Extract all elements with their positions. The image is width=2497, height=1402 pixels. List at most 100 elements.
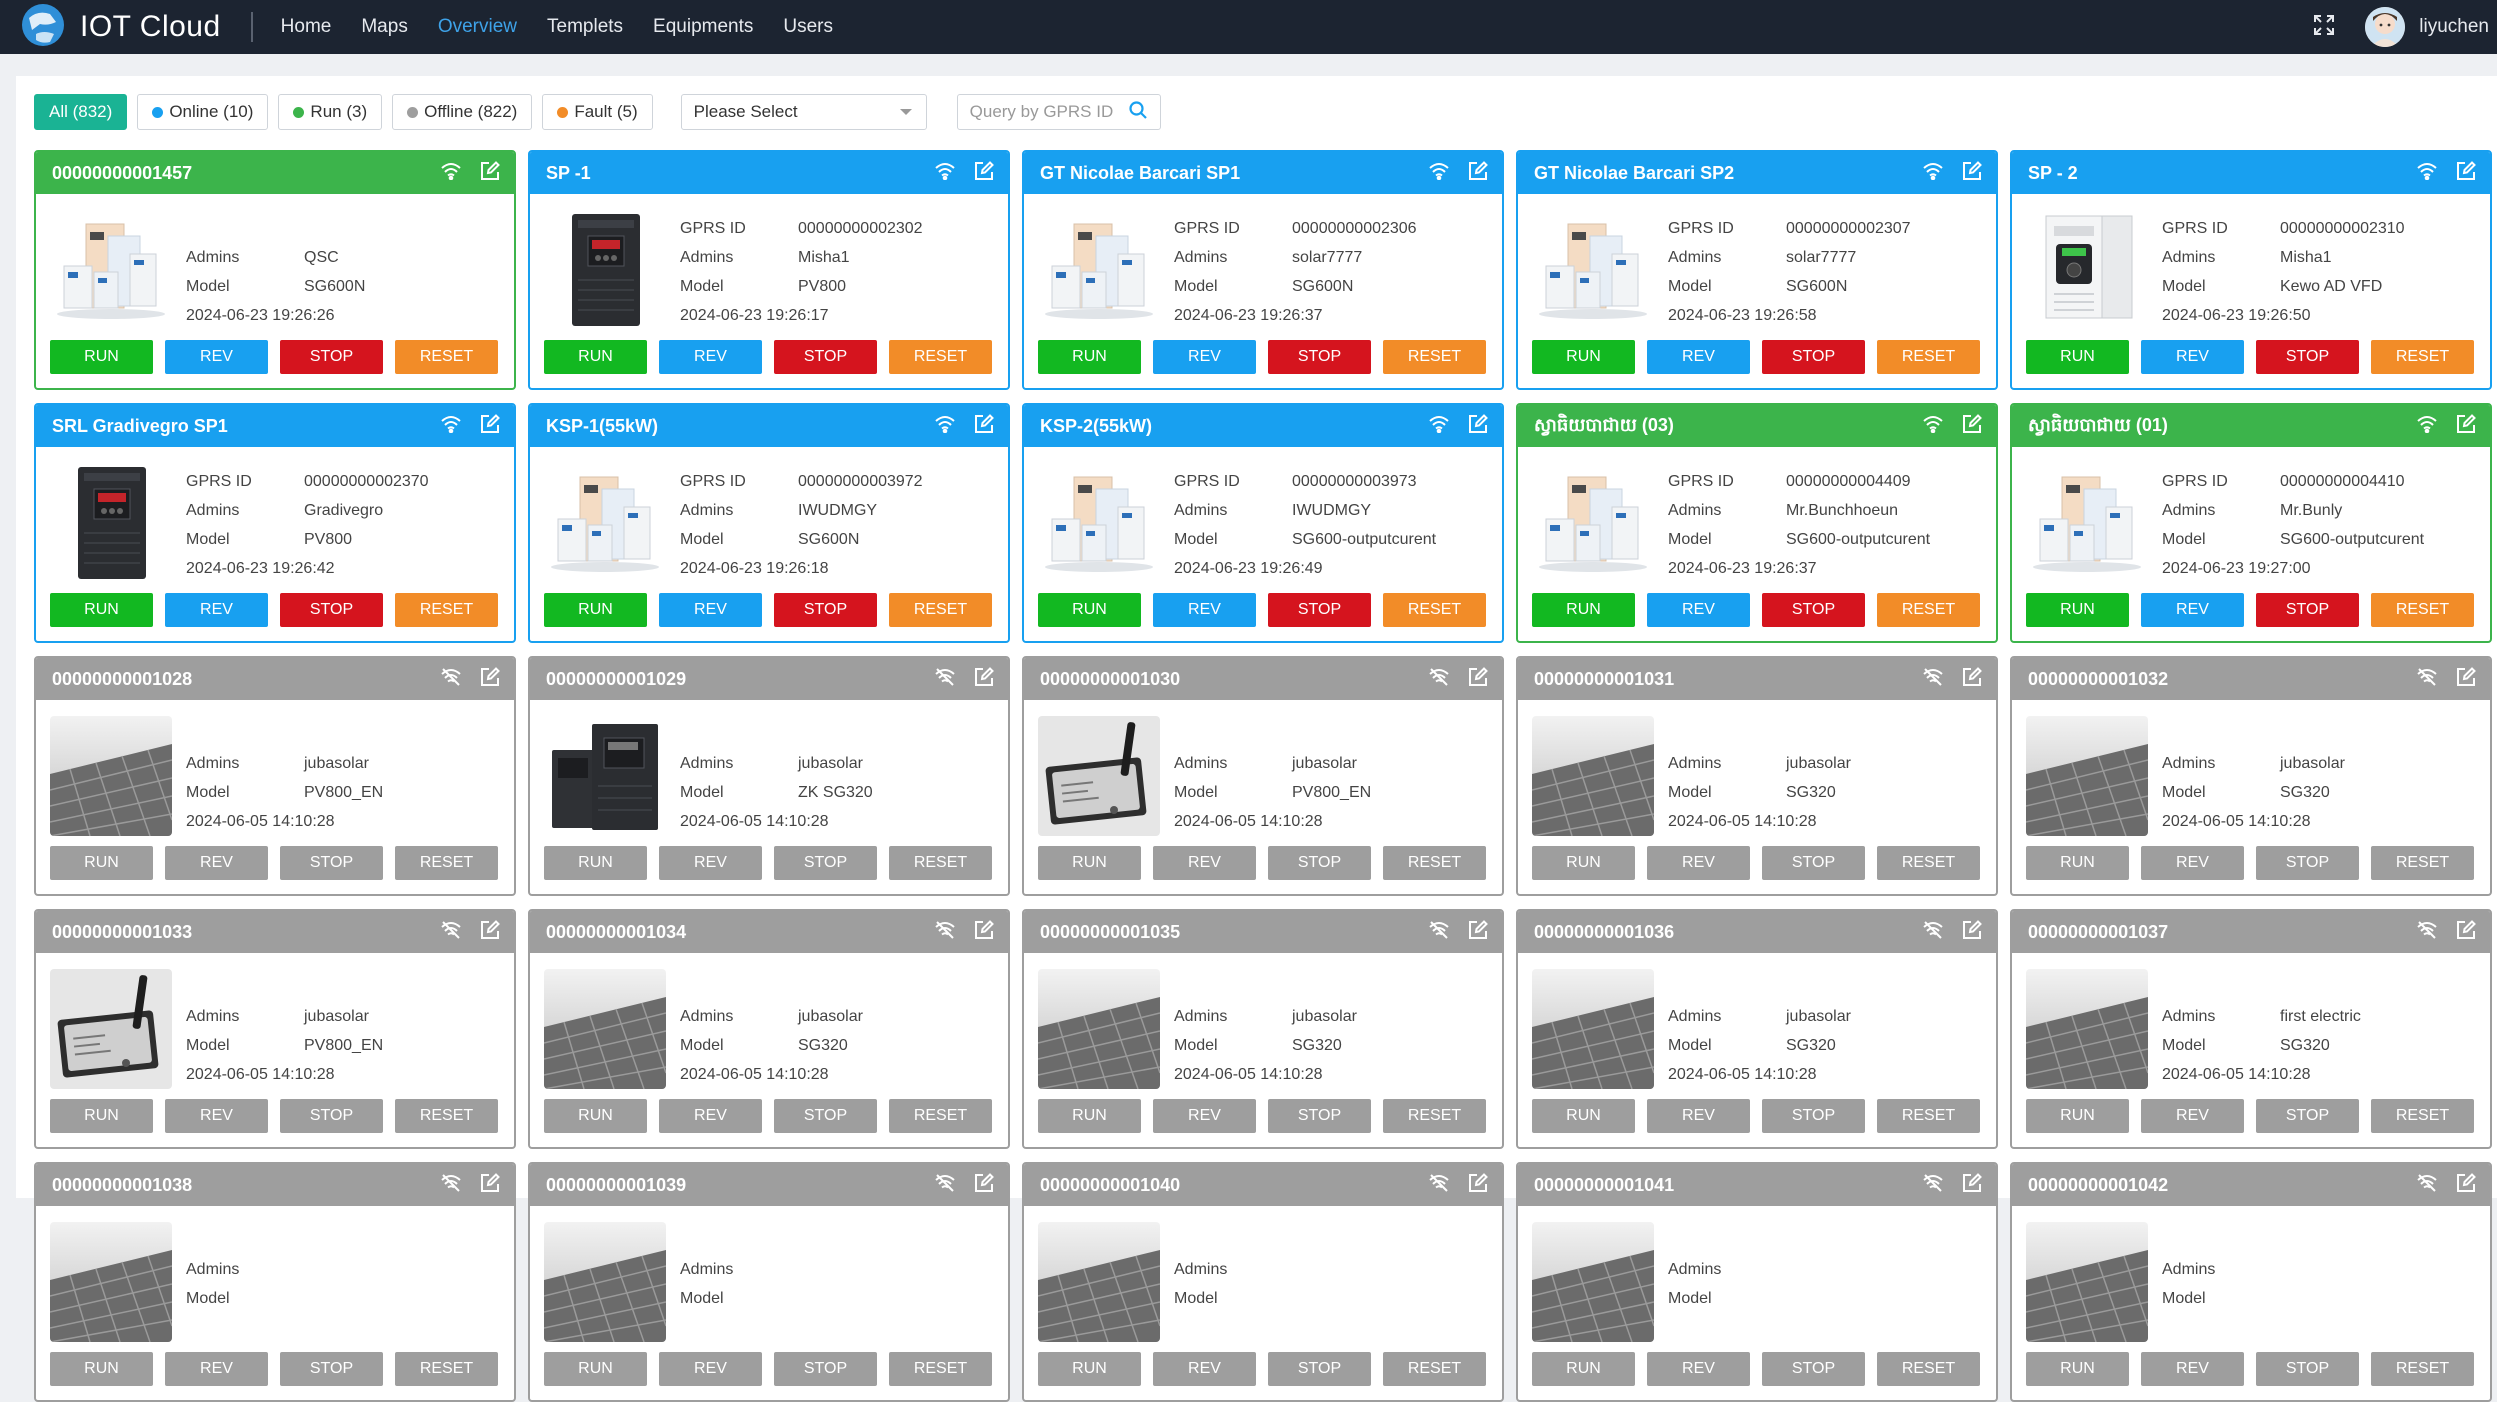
device-card[interactable]: 00000000001041 Admins Model RUN REV STOP RESE… [1516,1162,1998,1402]
device-card[interactable]: ស្វាធិយបាជាយ (03) GPRS ID 00000000004409 A… [1516,403,1998,643]
stop-button[interactable]: STOP [280,1352,383,1386]
rev-button[interactable]: REV [1647,1099,1750,1133]
reset-button[interactable]: RESET [1383,593,1486,627]
user-avatar[interactable] [2365,7,2406,47]
run-button[interactable]: RUN [1532,340,1635,374]
username[interactable]: liyuchen [2419,16,2489,38]
stop-button[interactable]: STOP [1762,846,1865,880]
filter-button-0[interactable]: All (832) [34,94,128,130]
stop-button[interactable]: STOP [2256,340,2359,374]
device-title[interactable]: 00000000001040 [1040,1175,1180,1196]
run-button[interactable]: RUN [2026,1099,2129,1133]
edit-icon[interactable] [1962,413,1982,439]
rev-button[interactable]: REV [659,593,762,627]
device-title[interactable]: 00000000001032 [2028,669,2168,690]
edit-icon[interactable] [1962,160,1982,186]
run-button[interactable]: RUN [50,593,153,627]
run-button[interactable]: RUN [50,1352,153,1386]
device-title[interactable]: 00000000001038 [52,1175,192,1196]
rev-button[interactable]: REV [659,340,762,374]
nav-item-home[interactable]: Home [281,16,332,38]
reset-button[interactable]: RESET [2371,1099,2474,1133]
nav-item-overview[interactable]: Overview [438,16,517,38]
edit-icon[interactable] [2456,919,2476,945]
stop-button[interactable]: STOP [774,593,877,627]
edit-icon[interactable] [480,1172,500,1198]
stop-button[interactable]: STOP [1268,846,1371,880]
fullscreen-icon[interactable] [2313,14,2335,41]
edit-icon[interactable] [480,666,500,692]
device-card[interactable]: 00000000001035 Admins jubasolar Model SG320… [1022,909,1504,1149]
rev-button[interactable]: REV [165,340,268,374]
device-card[interactable]: KSP-1(55kW) GPRS ID 00000000003972 Admins I… [528,403,1010,643]
filter-button-1[interactable]: Online (10) [137,94,269,130]
device-title[interactable]: 00000000001030 [1040,669,1180,690]
rev-button[interactable]: REV [165,1099,268,1133]
edit-icon[interactable] [974,666,994,692]
edit-icon[interactable] [974,160,994,186]
edit-icon[interactable] [974,1172,994,1198]
rev-button[interactable]: REV [165,846,268,880]
device-card[interactable]: SP - 2 GPRS ID 00000000002310 Admins Misha1… [2010,150,2492,390]
device-card[interactable]: GT Nicolae Barcari SP2 GPRS ID 0000000000… [1516,150,1998,390]
filter-button-3[interactable]: Offline (822) [392,94,533,130]
device-title[interactable]: 00000000001042 [2028,1175,2168,1196]
group-select[interactable]: Please Select [680,94,927,130]
device-card[interactable]: 00000000001030 Admins jubasolar Model PV800… [1022,656,1504,896]
stop-button[interactable]: STOP [280,846,383,880]
stop-button[interactable]: STOP [280,340,383,374]
device-title[interactable]: SP - 2 [2028,163,2078,184]
reset-button[interactable]: RESET [1383,1352,1486,1386]
device-title[interactable]: 00000000001041 [1534,1175,1674,1196]
reset-button[interactable]: RESET [1877,846,1980,880]
nav-item-templets[interactable]: Templets [547,16,623,38]
rev-button[interactable]: REV [1647,340,1750,374]
run-button[interactable]: RUN [2026,846,2129,880]
reset-button[interactable]: RESET [2371,1352,2474,1386]
stop-button[interactable]: STOP [1268,1099,1371,1133]
rev-button[interactable]: REV [2141,593,2244,627]
device-card[interactable]: 00000000001033 Admins jubasolar Model PV800… [34,909,516,1149]
stop-button[interactable]: STOP [2256,593,2359,627]
edit-icon[interactable] [1468,666,1488,692]
device-title[interactable]: 00000000001029 [546,669,686,690]
device-title[interactable]: 00000000001028 [52,669,192,690]
device-card[interactable]: 00000000001457 Admins QSC Model SG600N 2024-… [34,150,516,390]
run-button[interactable]: RUN [2026,1352,2129,1386]
stop-button[interactable]: STOP [1268,340,1371,374]
reset-button[interactable]: RESET [889,1099,992,1133]
rev-button[interactable]: REV [1153,593,1256,627]
edit-icon[interactable] [2456,666,2476,692]
rev-button[interactable]: REV [2141,846,2244,880]
rev-button[interactable]: REV [659,1099,762,1133]
device-title[interactable]: ស្វាធិយបាជាយ (03) [1534,413,1674,440]
stop-button[interactable]: STOP [280,593,383,627]
reset-button[interactable]: RESET [1383,340,1486,374]
reset-button[interactable]: RESET [1877,1352,1980,1386]
device-card[interactable]: GT Nicolae Barcari SP1 GPRS ID 0000000000… [1022,150,1504,390]
nav-item-users[interactable]: Users [783,16,833,38]
stop-button[interactable]: STOP [774,846,877,880]
stop-button[interactable]: STOP [774,1352,877,1386]
edit-icon[interactable] [2456,1172,2476,1198]
device-card[interactable]: 00000000001042 Admins Model RUN REV STOP RESE… [2010,1162,2492,1402]
rev-button[interactable]: REV [1647,593,1750,627]
rev-button[interactable]: REV [659,846,762,880]
reset-button[interactable]: RESET [1877,1099,1980,1133]
run-button[interactable]: RUN [1038,593,1141,627]
device-title[interactable]: 00000000001037 [2028,922,2168,943]
device-card[interactable]: 00000000001037 Admins first electric Model… [2010,909,2492,1149]
edit-icon[interactable] [1962,919,1982,945]
stop-button[interactable]: STOP [2256,1099,2359,1133]
device-card[interactable]: 00000000001029 Admins jubasolar Model ZK SG… [528,656,1010,896]
run-button[interactable]: RUN [1038,1352,1141,1386]
device-card[interactable]: ស្វាធិយបាជាយ (01) GPRS ID 00000000004410 A… [2010,403,2492,643]
device-card[interactable]: SRL Gradivegro SP1 GPRS ID 00000000002370… [34,403,516,643]
app-logo[interactable]: IOT Cloud [20,2,221,53]
run-button[interactable]: RUN [50,846,153,880]
edit-icon[interactable] [2456,413,2476,439]
rev-button[interactable]: REV [1153,1099,1256,1133]
device-card[interactable]: 00000000001040 Admins Model RUN REV STOP RESE… [1022,1162,1504,1402]
reset-button[interactable]: RESET [395,340,498,374]
reset-button[interactable]: RESET [1383,846,1486,880]
